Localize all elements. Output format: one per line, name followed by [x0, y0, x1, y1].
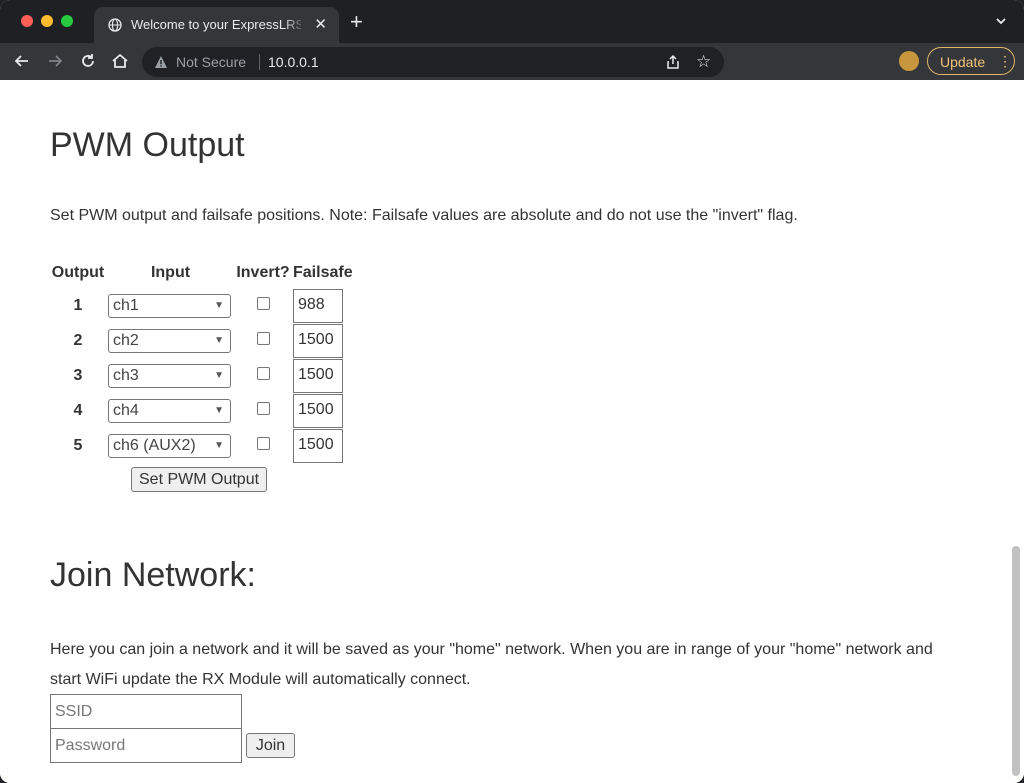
back-arrow-icon[interactable] — [12, 51, 32, 71]
password-field[interactable]: Password — [50, 728, 242, 763]
browser-window: Welcome to your ExpressLRS S ✕ + Not Sec… — [0, 0, 1024, 783]
failsafe-input[interactable]: 988 — [293, 288, 343, 323]
security-label: Not Secure — [176, 54, 247, 70]
browser-tab[interactable]: Welcome to your ExpressLRS S ✕ — [94, 7, 339, 43]
pwm-description: Set PWM output and failsafe positions. N… — [50, 207, 798, 224]
chevron-down-icon: ▼ — [214, 334, 224, 346]
page-content: PWM Output Set PWM output and failsafe p… — [0, 80, 1024, 783]
join-button[interactable]: Join — [246, 733, 295, 758]
pwm-heading: PWM Output — [50, 126, 245, 164]
reload-icon[interactable] — [78, 51, 98, 71]
scrollbar[interactable] — [1012, 546, 1020, 776]
forward-arrow-icon[interactable] — [45, 51, 65, 71]
table-row: 2 ch2 ▼ 1500 — [48, 323, 353, 358]
bookmark-star-icon[interactable]: ☆ — [696, 52, 711, 72]
invert-checkbox[interactable] — [256, 331, 270, 345]
more-menu-icon[interactable]: ⋮ — [998, 52, 1012, 70]
failsafe-input[interactable]: 1500 — [293, 323, 343, 358]
column-header-invert: Invert? — [236, 264, 290, 281]
column-header-failsafe: Failsafe — [293, 264, 353, 281]
output-number: 1 — [73, 296, 83, 314]
invert-checkbox[interactable] — [256, 366, 270, 380]
input-select[interactable]: ch2 ▼ — [108, 328, 231, 353]
maximize-window-button[interactable] — [61, 15, 73, 27]
input-select[interactable]: ch4 ▼ — [108, 398, 231, 423]
globe-icon — [108, 18, 122, 32]
join-network-heading: Join Network: — [50, 556, 256, 594]
invert-checkbox[interactable] — [256, 401, 270, 415]
chevron-down-icon[interactable] — [994, 14, 1008, 28]
input-select[interactable]: ch1 ▼ — [108, 293, 231, 318]
invert-checkbox[interactable] — [256, 296, 270, 310]
failsafe-input[interactable]: 1500 — [293, 428, 343, 463]
table-row: 3 ch3 ▼ 1500 — [48, 358, 353, 393]
chevron-down-icon: ▼ — [214, 439, 224, 451]
profile-avatar[interactable] — [899, 51, 919, 71]
update-button[interactable]: Update ⋮ — [927, 47, 1015, 75]
invert-checkbox[interactable] — [256, 436, 270, 450]
tab-close-icon[interactable]: ✕ — [314, 16, 327, 34]
new-tab-button[interactable]: + — [350, 11, 363, 33]
failsafe-input[interactable]: 1500 — [293, 358, 343, 393]
column-header-output: Output — [51, 264, 105, 281]
pwm-table: Output Input Invert? Failsafe 1 ch1 ▼ 988… — [48, 264, 353, 463]
close-window-button[interactable] — [21, 15, 33, 27]
minimize-window-button[interactable] — [41, 15, 53, 27]
table-row: 1 ch1 ▼ 988 — [48, 288, 353, 323]
output-number: 4 — [73, 401, 83, 419]
address-bar[interactable]: Not Secure 10.0.0.1 ☆ — [142, 47, 724, 77]
input-select[interactable]: ch6 (AUX2) ▼ — [108, 433, 231, 458]
output-number: 5 — [73, 436, 83, 454]
url-text[interactable]: 10.0.0.1 — [268, 54, 319, 70]
output-number: 3 — [73, 366, 83, 384]
failsafe-input[interactable]: 1500 — [293, 393, 343, 428]
set-pwm-output-button[interactable]: Set PWM Output — [131, 467, 268, 492]
home-icon[interactable] — [110, 51, 130, 71]
join-network-description: Here you can join a network and it will … — [50, 641, 933, 688]
column-header-input: Input — [150, 264, 191, 281]
chevron-down-icon: ▼ — [214, 369, 224, 381]
input-select[interactable]: ch3 ▼ — [108, 363, 231, 388]
chevron-down-icon: ▼ — [214, 404, 224, 416]
update-label: Update — [940, 54, 986, 70]
browser-toolbar: Not Secure 10.0.0.1 ☆ — [0, 43, 1024, 80]
ssid-field[interactable]: SSID — [50, 694, 242, 729]
table-row: 5 ch6 (AUX2) ▼ 1500 — [48, 428, 353, 463]
warning-icon[interactable] — [154, 55, 168, 69]
tab-strip: Welcome to your ExpressLRS S ✕ + — [0, 0, 1024, 43]
tab-title: Welcome to your ExpressLRS S — [131, 17, 301, 32]
output-number: 2 — [73, 331, 83, 349]
table-row: 4 ch4 ▼ 1500 — [48, 393, 353, 428]
chevron-down-icon: ▼ — [214, 299, 224, 311]
share-icon[interactable] — [665, 54, 681, 70]
